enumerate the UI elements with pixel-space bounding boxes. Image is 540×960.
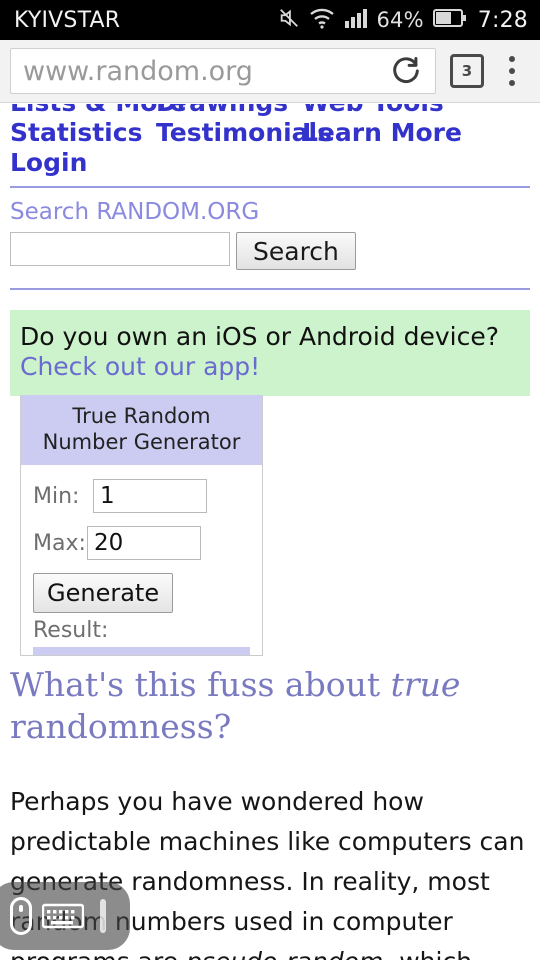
nav-row-1: Lists & More Drawings Web Tools	[10, 104, 530, 118]
search-divider	[10, 288, 530, 290]
battery-icon	[432, 8, 467, 33]
overflow-menu-icon[interactable]	[494, 48, 530, 94]
input-method-overlay[interactable]	[0, 882, 130, 950]
mute-icon	[278, 7, 300, 34]
max-label: Max:	[33, 530, 86, 556]
nav-link-login[interactable]: Login	[10, 148, 156, 178]
reload-icon[interactable]	[389, 54, 423, 88]
generator-body: Min: Max: Generate Result: 13	[21, 465, 262, 655]
nav-link-drawings[interactable]: Drawings	[156, 104, 302, 118]
generator-title: True Random Number Generator	[21, 395, 262, 465]
result-label: Result:	[33, 618, 109, 643]
tab-counter-button[interactable]: 3	[450, 54, 484, 88]
nav-row-3: Login	[10, 148, 530, 178]
app-promo-banner: Do you own an iOS or Android device? Che…	[10, 310, 530, 396]
heading-text-1: What's this fuss about	[10, 665, 391, 704]
site-navigation: Lists & More Drawings Web Tools Statisti…	[0, 104, 540, 178]
browser-toolbar: www.random.org 3	[0, 40, 540, 103]
status-icons: 64% 7:28	[278, 7, 529, 34]
app-promo-link[interactable]: Check out our app!	[20, 352, 260, 381]
signal-icon	[344, 7, 368, 34]
search-label: Search RANDOM.ORG	[10, 199, 260, 225]
generate-button[interactable]: Generate	[33, 573, 174, 613]
menu-dot	[509, 80, 515, 86]
max-row: Max:	[33, 526, 250, 560]
mouse-icon[interactable]	[10, 897, 32, 935]
result-value: 13	[33, 647, 250, 655]
heading-text-2: randomness?	[10, 707, 232, 746]
menu-dot	[509, 68, 515, 74]
search-button[interactable]: Search	[236, 232, 356, 270]
carrier-label: KYIVSTAR	[14, 7, 121, 33]
body-emphasis: pseudo-random	[186, 947, 383, 960]
url-text[interactable]: www.random.org	[23, 56, 389, 87]
menu-dot	[509, 56, 515, 62]
nav-link-learn-more[interactable]: Learn More	[302, 118, 462, 148]
battery-percent-label: 64%	[376, 8, 424, 32]
min-input[interactable]	[93, 479, 207, 513]
nav-link-lists-and-more[interactable]: Lists & More	[10, 104, 187, 118]
web-page-content: Lists & More Drawings Web Tools Statisti…	[0, 104, 540, 960]
clock-label: 7:28	[477, 7, 528, 33]
keyboard-icon[interactable]	[41, 902, 85, 930]
max-input[interactable]	[87, 526, 201, 560]
search-section: Search RANDOM.ORG Search	[0, 188, 540, 270]
app-promo-text: Do you own an iOS or Android device?	[20, 322, 499, 351]
heading-emphasis: true	[390, 665, 461, 704]
drag-handle-icon[interactable]	[100, 899, 106, 933]
article-heading: What's this fuss about true randomness?	[10, 664, 530, 748]
status-bar: KYIVSTAR 64% 7:28	[0, 0, 540, 40]
min-row: Min:	[33, 479, 250, 513]
min-label: Min:	[33, 483, 80, 509]
random-number-generator-widget: True Random Number Generator Min: Max: G…	[20, 395, 263, 656]
nav-link-web-tools[interactable]: Web Tools	[302, 104, 444, 118]
search-input[interactable]	[10, 232, 230, 266]
nav-row-2: Statistics Testimonials Learn More	[10, 118, 530, 148]
search-row: Search	[10, 232, 530, 270]
url-bar[interactable]: www.random.org	[10, 48, 436, 94]
nav-link-statistics[interactable]: Statistics	[10, 118, 156, 148]
nav-link-testimonials[interactable]: Testimonials	[156, 118, 332, 148]
wifi-icon	[309, 7, 335, 34]
